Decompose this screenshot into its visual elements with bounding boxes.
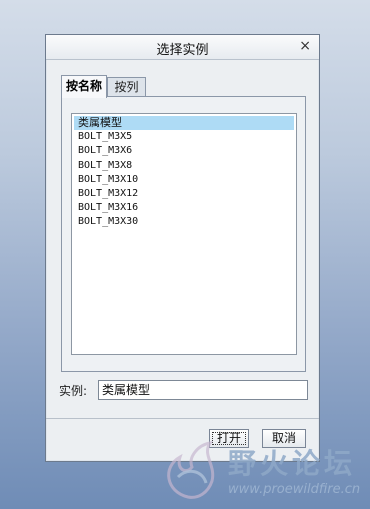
tab-panel: 类属模型 BOLT_M3X5 BOLT_M3X6 BOLT_M3X8 BOLT_… [61, 96, 306, 372]
list-item[interactable]: BOLT_M3X6 [72, 144, 296, 158]
list-item[interactable]: BOLT_M3X16 [72, 201, 296, 215]
instance-listbox[interactable]: 类属模型 BOLT_M3X5 BOLT_M3X6 BOLT_M3X8 BOLT_… [71, 113, 297, 355]
open-button[interactable]: 打开 [209, 429, 249, 448]
list-item[interactable]: BOLT_M3X8 [72, 159, 296, 173]
select-instance-dialog: 选择实例 × 按名称 按列 类属模型 BOLT_M3X5 BOLT_M3X6 B… [45, 34, 320, 462]
list-item[interactable]: 类属模型 [74, 116, 294, 131]
instance-field[interactable]: 类属模型 [98, 380, 308, 400]
list-item[interactable]: BOLT_M3X5 [72, 130, 296, 144]
divider [46, 418, 319, 419]
tab-by-column[interactable]: 按列 [107, 77, 146, 96]
list-item[interactable]: BOLT_M3X10 [72, 173, 296, 187]
cancel-button[interactable]: 取消 [262, 429, 306, 448]
tab-by-name[interactable]: 按名称 [61, 75, 107, 98]
watermark-url: www.proewildfire.cn [228, 482, 361, 497]
close-icon[interactable]: × [299, 38, 311, 54]
instance-label: 实例: [59, 384, 88, 398]
dialog-title: 选择实例 [156, 43, 209, 58]
list-item[interactable]: BOLT_M3X30 [72, 215, 296, 229]
dialog-titlebar[interactable]: 选择实例 × [46, 35, 319, 60]
list-item[interactable]: BOLT_M3X12 [72, 187, 296, 201]
